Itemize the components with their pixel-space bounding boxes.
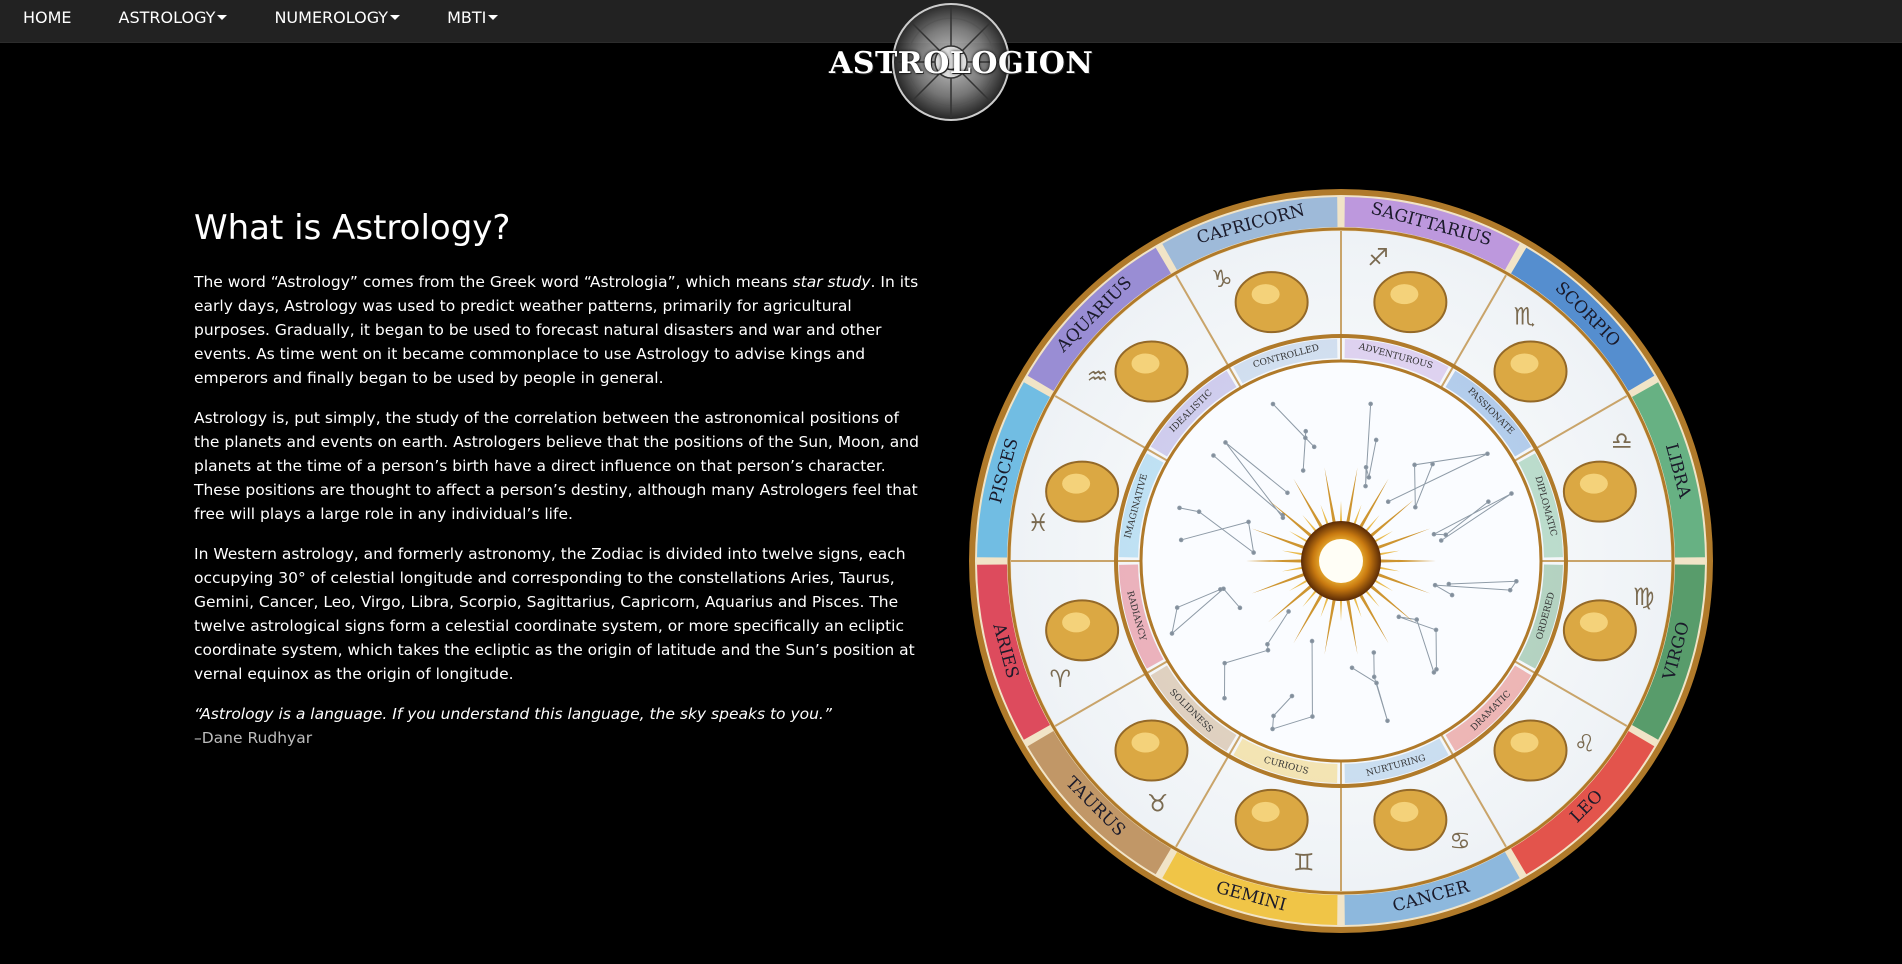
zodiac-wheel: CAPRICORN SAGITTARIUSSCORPIOLIBRAVIRGOLEO… [969,189,1713,933]
nav-item-label: ASTROLOGY [118,8,216,27]
caret-down-icon [488,15,499,20]
quote-text: “Astrology is a language. If you underst… [194,705,832,723]
zodiac-glyph-icon: ♒ [1087,362,1109,390]
sun-center [1319,539,1363,583]
zodiac-glyph-icon: ♏ [1514,302,1536,330]
zodiac-glyph-icon: ♋ [1449,827,1471,855]
caret-down-icon [217,15,228,20]
zodiac-glyph-icon: ♍ [1633,583,1655,611]
zodiac-glyph-icon: ♐ [1367,243,1389,271]
paragraph-text: The word “Astrology” comes from the Gree… [194,273,793,291]
zodiac-glyph-icon: ♊ [1293,849,1315,877]
zodiac-glyph-icon: ♎ [1611,427,1633,455]
page-title: What is Astrology? [194,208,511,248]
nav-item-mbti[interactable]: MBTI [447,0,499,42]
caret-down-icon [390,15,401,20]
paragraph-definition: Astrology is, put simply, the study of t… [194,409,919,523]
nav-item-home[interactable]: HOME [23,0,72,42]
emphasis-text: star study [792,273,871,291]
zodiac-glyph-icon: ♉ [1147,790,1169,818]
logo-text: ASTROLOGION [829,46,1094,81]
paragraph-origin: The word “Astrology” comes from the Gree… [194,270,924,390]
zodiac-glyph-icon: ♌ [1574,730,1596,758]
zodiac-glyph-icon: ♑ [1211,265,1233,293]
paragraph-zodiac: In Western astrology, and formerly astro… [194,545,915,683]
nav-item-astrology[interactable]: ASTROLOGY [119,0,228,42]
site-logo[interactable]: ASTROLOGION [829,0,1094,125]
zodiac-glyph-icon: ♈ [1049,665,1071,693]
nav-item-label: NUMEROLOGY [274,8,389,27]
nav-menu: HOME ASTROLOGY NUMEROLOGY MBTI [0,0,499,42]
nav-item-label: HOME [23,8,72,27]
zodiac-glyph-icon: ♓ [1028,509,1050,537]
nav-item-label: MBTI [447,8,487,27]
zodiac-wheel-image: CAPRICORN SAGITTARIUS SCORPIO LIBRA VIRGO LEO… [966,186,1716,936]
article: What is Astrology? The word “Astrology” … [194,208,924,750]
quote-author: –Dane Rudhyar [194,729,313,747]
nav-item-numerology[interactable]: NUMEROLOGY [274,0,401,42]
